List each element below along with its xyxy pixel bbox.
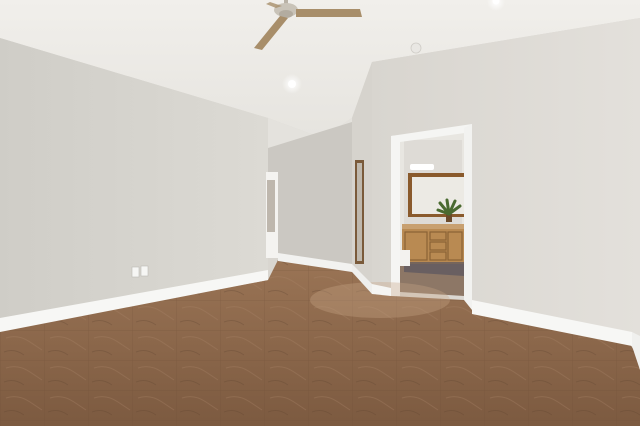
smoke-detector bbox=[410, 42, 422, 54]
vanity-cabinet bbox=[402, 224, 464, 264]
door-trim-right bbox=[464, 124, 472, 310]
vanity-light bbox=[410, 164, 434, 170]
photo-scene bbox=[0, 0, 640, 426]
door-trim-left bbox=[391, 135, 400, 296]
recessed-light-icon bbox=[282, 74, 302, 94]
room-illustration bbox=[0, 0, 640, 426]
